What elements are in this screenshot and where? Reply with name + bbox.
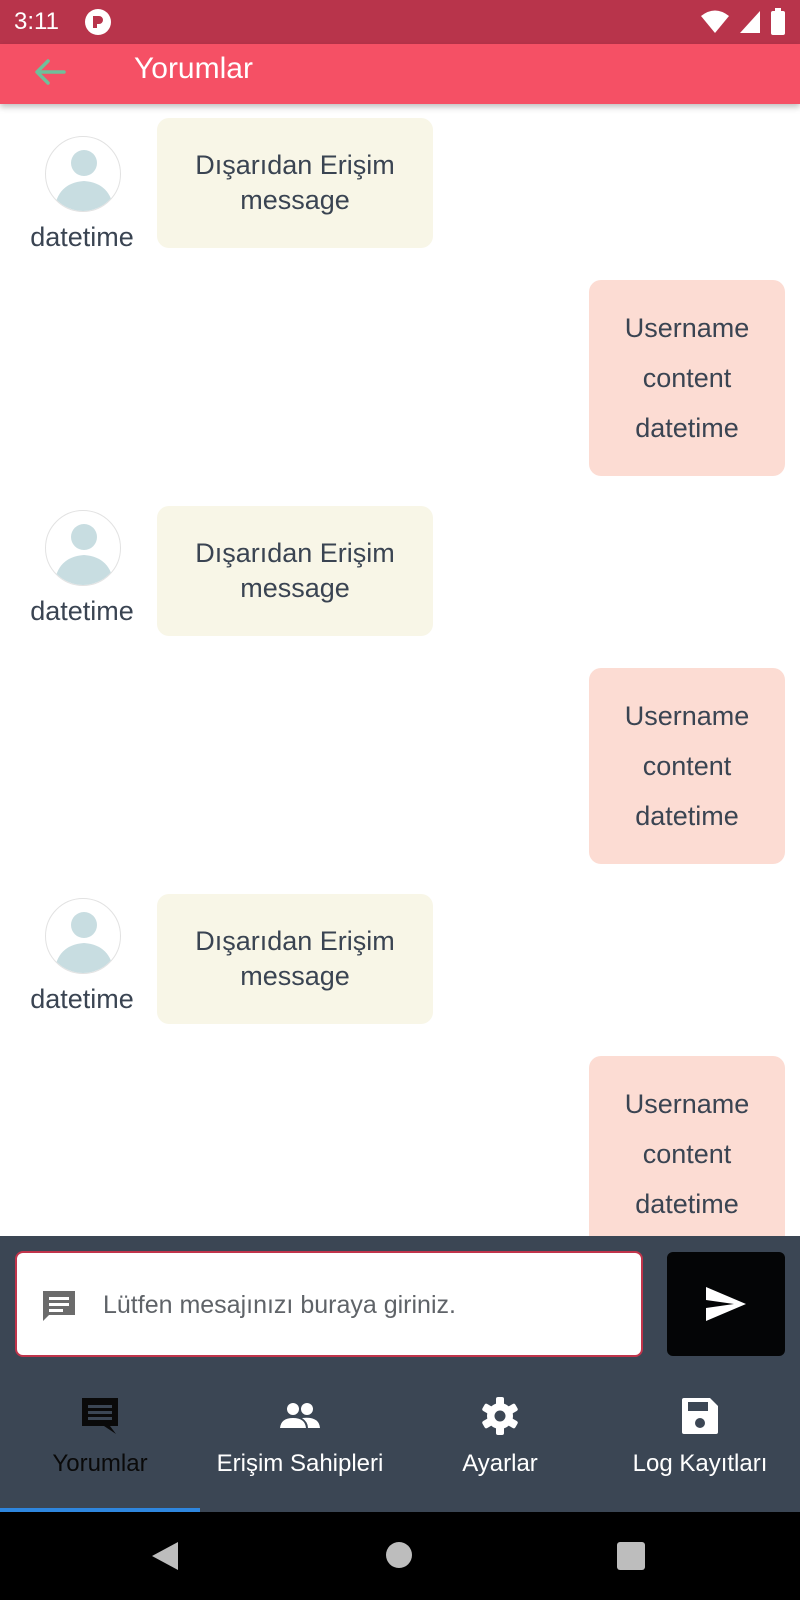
message-datetime: datetime (635, 413, 739, 443)
wifi-icon (701, 10, 729, 33)
nav-label: Erişim Sahipleri (216, 1450, 384, 1477)
message-text: message (240, 185, 350, 215)
avatar (45, 510, 121, 586)
page-title: Yorumlar (134, 52, 253, 85)
system-navigation-bar (0, 1512, 800, 1600)
nav-label: Log Kayıtları (632, 1450, 768, 1477)
people-icon (280, 1403, 320, 1428)
message-datetime: datetime (30, 222, 134, 252)
status-time: 3:11 (14, 8, 59, 35)
system-recents-icon[interactable] (617, 1542, 645, 1570)
avatar (45, 898, 121, 974)
message-username: Username (624, 1089, 750, 1119)
signal-icon (740, 11, 760, 33)
comment-icon (82, 1398, 118, 1434)
nav-label: Ayarlar (462, 1450, 538, 1477)
status-bar: 3:11 (0, 0, 800, 44)
nav-label: Yorumlar (52, 1450, 148, 1477)
message-composer (0, 1236, 800, 1364)
chat-message-icon (43, 1291, 75, 1321)
battery-icon (771, 8, 785, 35)
save-icon (682, 1398, 718, 1434)
incoming-message-bubble: Dışarıdan Erişim message (157, 894, 433, 1024)
outgoing-message-bubble: Username content datetime (589, 668, 785, 864)
system-home-icon[interactable] (386, 1542, 412, 1568)
nav-tab-ayarlar[interactable]: Ayarlar (400, 1364, 600, 1512)
message-sender: Dışarıdan Erişim (195, 538, 395, 568)
incoming-message-bubble: Dışarıdan Erişim message (157, 118, 433, 248)
message-content: content (642, 363, 732, 393)
app-bar: Yorumlar (0, 44, 800, 104)
message-username: Username (624, 701, 750, 731)
avatar (45, 136, 121, 212)
message-content: content (642, 1139, 732, 1169)
user-placeholder-icon (54, 524, 114, 585)
system-back-icon[interactable] (150, 1540, 180, 1572)
message-text: message (240, 573, 350, 603)
send-icon (706, 1287, 746, 1321)
outgoing-message-bubble: Username content datetime (589, 1056, 785, 1236)
message-input-container[interactable] (15, 1251, 643, 1357)
message-input[interactable] (103, 1281, 623, 1329)
message-text: message (240, 961, 350, 991)
bottom-navigation: Yorumlar Erişim Sahipleri Ayarlar Log Ka… (0, 1364, 800, 1512)
nav-tab-erisim-sahipleri[interactable]: Erişim Sahipleri (200, 1364, 400, 1512)
back-arrow-icon[interactable] (30, 52, 70, 92)
message-list[interactable]: datetime Dışarıdan Erişim message Userna… (0, 104, 800, 1236)
message-datetime: datetime (30, 596, 134, 626)
message-sender: Dışarıdan Erişim (195, 926, 395, 956)
message-sender: Dışarıdan Erişim (195, 150, 395, 180)
user-placeholder-icon (54, 912, 114, 973)
status-icons (700, 8, 786, 36)
outgoing-message-bubble: Username content datetime (589, 280, 785, 476)
app-notification-icon (85, 9, 111, 35)
message-datetime: datetime (635, 801, 739, 831)
nav-tab-log-kayitlari[interactable]: Log Kayıtları (600, 1364, 800, 1512)
user-placeholder-icon (54, 150, 114, 211)
message-datetime: datetime (635, 1189, 739, 1219)
send-button[interactable] (667, 1252, 785, 1356)
message-content: content (642, 751, 732, 781)
message-datetime: datetime (30, 984, 134, 1014)
message-username: Username (624, 313, 750, 343)
nav-tab-yorumlar[interactable]: Yorumlar (0, 1364, 200, 1512)
gear-icon (482, 1397, 518, 1435)
incoming-message-bubble: Dışarıdan Erişim message (157, 506, 433, 636)
